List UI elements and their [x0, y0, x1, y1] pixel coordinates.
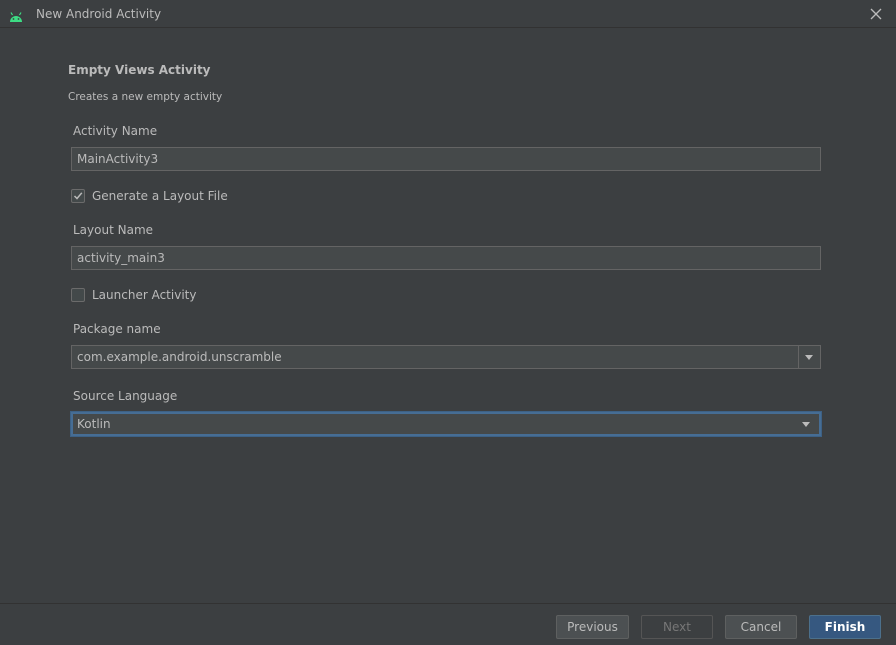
dropdown-button[interactable]: [797, 414, 819, 436]
template-description: Creates a new empty activity: [68, 91, 223, 103]
launcher-activity-checkbox[interactable]: Launcher Activity: [71, 287, 196, 303]
checkbox-checked-icon[interactable]: [71, 189, 85, 203]
layout-name-input[interactable]: [71, 246, 821, 270]
activity-name-input[interactable]: [71, 147, 821, 171]
chevron-down-icon: [805, 355, 813, 360]
cancel-button[interactable]: Cancel: [725, 615, 797, 639]
launcher-activity-label: Launcher Activity: [92, 288, 197, 302]
package-name-value: com.example.android.unscramble: [77, 350, 282, 364]
package-name-combo[interactable]: com.example.android.unscramble: [71, 345, 821, 369]
template-title: Empty Views Activity: [68, 63, 211, 77]
window-title: New Android Activity: [36, 7, 162, 21]
previous-button[interactable]: Previous: [556, 615, 629, 639]
chevron-down-icon: [802, 422, 810, 427]
source-language-value: Kotlin: [77, 417, 111, 431]
android-icon: [9, 8, 23, 22]
generate-layout-checkbox[interactable]: Generate a Layout File: [71, 188, 228, 204]
finish-button[interactable]: Finish: [809, 615, 881, 639]
package-name-label: Package name: [73, 322, 161, 336]
dialog-footer: Previous Next Cancel Finish: [0, 603, 896, 645]
close-icon[interactable]: [868, 6, 884, 22]
activity-name-label: Activity Name: [73, 124, 158, 138]
title-bar: New Android Activity: [0, 0, 896, 28]
source-language-label: Source Language: [73, 389, 178, 403]
dropdown-button[interactable]: [798, 346, 820, 368]
source-language-select[interactable]: Kotlin: [70, 411, 822, 437]
layout-name-label: Layout Name: [73, 223, 154, 237]
next-button[interactable]: Next: [641, 615, 713, 639]
checkbox-unchecked-icon[interactable]: [71, 288, 85, 302]
generate-layout-label: Generate a Layout File: [92, 189, 228, 203]
